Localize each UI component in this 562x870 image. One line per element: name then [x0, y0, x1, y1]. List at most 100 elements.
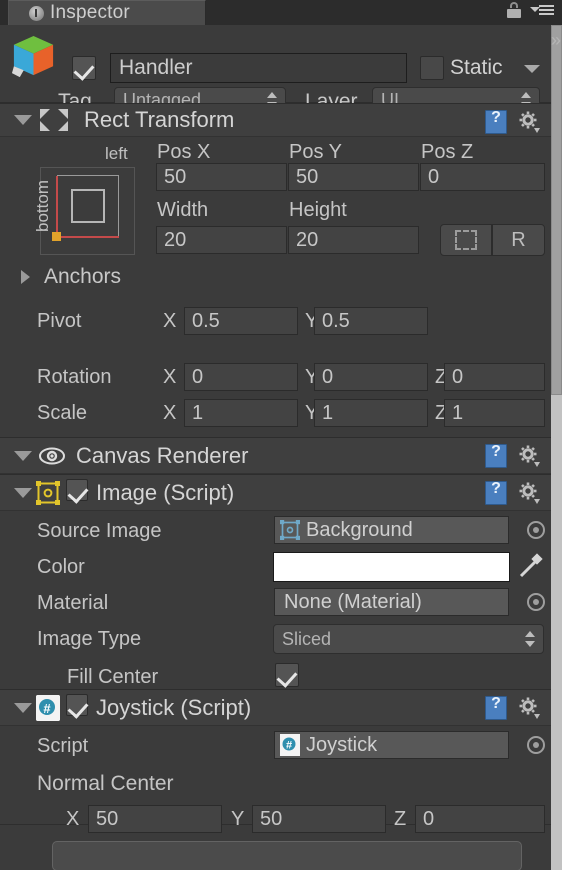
scale-label: Scale [37, 402, 88, 424]
pivot-x-axis-label: X [163, 310, 177, 332]
pivot-y-input[interactable]: 0.5 [314, 307, 428, 335]
gear-icon[interactable] [517, 110, 541, 134]
scale-x-axis-label: X [163, 402, 177, 424]
image-script-enabled-checkbox[interactable] [66, 478, 88, 507]
anchor-inner-rect [71, 189, 105, 223]
scale-x-input[interactable]: 1 [184, 399, 298, 427]
static-checkbox[interactable] [420, 56, 444, 80]
anchors-label: Anchors [44, 265, 122, 288]
vertical-scrollbar-track[interactable] [551, 25, 562, 870]
component-controls-rect-transform [485, 109, 541, 134]
chevron-right-icon[interactable]: » [551, 30, 561, 51]
component-title-rect-transform: Rect Transform [84, 107, 235, 132]
rotation-z-input[interactable]: 0 [444, 363, 545, 391]
source-image-field[interactable]: Background [274, 516, 509, 544]
lock-icon[interactable] [507, 2, 521, 18]
gear-icon[interactable] [517, 481, 541, 505]
height-label: Height [289, 199, 347, 221]
blueprint-mode-button[interactable] [440, 224, 492, 256]
anchor-preview[interactable]: left bottom [33, 144, 135, 255]
rect-transform-body: left bottom Pos X Pos Y Pos Z 50 50 0 Wi… [0, 137, 551, 305]
eye-icon [39, 447, 65, 464]
component-header-image-script[interactable]: Image (Script) [0, 474, 551, 511]
gear-icon[interactable] [517, 696, 541, 720]
color-swatch[interactable] [273, 552, 510, 582]
pivot-x-input[interactable]: 0.5 [184, 307, 298, 335]
component-header-joystick-script[interactable]: # Joystick (Script) [0, 689, 551, 726]
component-controls-joystick-script [485, 695, 541, 720]
pos-y-label: Pos Y [289, 141, 342, 163]
component-title-image-script: Image (Script) [96, 479, 235, 505]
hamburger-menu-icon[interactable] [530, 3, 554, 17]
vertical-scrollbar-thumb[interactable] [551, 25, 562, 395]
component-header-rect-transform[interactable]: Rect Transform [0, 103, 551, 137]
material-label: Material [37, 592, 109, 614]
component-title-joystick-script: Joystick (Script) [96, 694, 252, 720]
pivot-label: Pivot [37, 310, 82, 332]
material-value: None (Material) [284, 590, 422, 613]
rotation-x-input[interactable]: 0 [184, 363, 298, 391]
material-field[interactable]: None (Material) [274, 588, 509, 616]
joystick-script-body: Script # Joystick Normal Center X 50 Y 5… [0, 726, 551, 833]
pivot-row: Pivot X 0.5 Y 0.5 [0, 305, 551, 347]
gameobject-header: Handler Static Tag Untagged Layer UI [0, 25, 551, 113]
scale-row: Scale X 1 Y 1 Z 1 [0, 397, 551, 437]
scale-y-input[interactable]: 1 [314, 399, 428, 427]
anchor-line-vertical [56, 176, 58, 238]
help-book-icon[interactable] [485, 443, 507, 468]
chevron-updown-icon [525, 630, 535, 648]
object-picker-icon[interactable] [527, 593, 545, 611]
image-type-dropdown[interactable]: Sliced [273, 624, 544, 654]
static-label: Static [450, 56, 503, 79]
gear-icon[interactable] [517, 444, 541, 468]
eyedropper-icon[interactable] [518, 553, 544, 579]
anchor-vertical-label: bottom [32, 180, 52, 232]
foldout-canvas-renderer[interactable] [12, 450, 34, 461]
sprite-thumbnail-icon [280, 520, 300, 540]
gameobject-enabled-checkbox[interactable] [72, 56, 96, 80]
image-type-value: Sliced [282, 628, 332, 649]
csharp-script-icon: # [36, 694, 60, 721]
pos-z-input[interactable]: 0 [420, 163, 545, 191]
csharp-script-icon: # [280, 734, 300, 756]
fill-center-checkbox[interactable] [275, 663, 299, 687]
script-label: Script [37, 735, 89, 757]
help-book-icon[interactable] [485, 480, 507, 505]
pos-x-input[interactable]: 50 [156, 163, 287, 191]
joystick-script-enabled-checkbox[interactable] [66, 693, 88, 722]
static-chevron-down-icon[interactable] [524, 65, 540, 73]
rotation-label: Rotation [37, 366, 112, 388]
pos-z-label: Pos Z [421, 141, 474, 163]
foldout-joystick-script[interactable] [12, 702, 34, 713]
component-header-canvas-renderer[interactable]: Canvas Renderer [0, 437, 551, 474]
object-picker-icon[interactable] [527, 521, 545, 539]
gameobject-name-input[interactable]: Handler [110, 53, 407, 83]
height-input[interactable]: 20 [288, 226, 419, 254]
svg-text:#: # [43, 701, 51, 716]
fill-center-label: Fill Center [67, 666, 159, 688]
pos-x-label: Pos X [157, 141, 211, 163]
inspector-tab-bar: Inspector [0, 0, 562, 25]
width-label: Width [157, 199, 209, 221]
object-picker-icon[interactable] [527, 736, 545, 754]
source-image-value: Background [306, 518, 413, 541]
help-book-icon[interactable] [485, 695, 507, 720]
rotation-y-input[interactable]: 0 [314, 363, 428, 391]
pivot-handle[interactable] [52, 232, 61, 241]
help-book-icon[interactable] [485, 109, 507, 134]
component-controls-image-script [485, 480, 541, 505]
anchors-foldout[interactable]: Anchors [16, 265, 121, 289]
tab-inspector[interactable]: Inspector [8, 0, 206, 25]
tab-bar-controls [507, 2, 554, 18]
foldout-rect-transform[interactable] [12, 115, 34, 125]
foldout-image-script[interactable] [12, 487, 34, 498]
add-component-button[interactable] [52, 841, 522, 870]
width-input[interactable]: 20 [156, 226, 287, 254]
raw-edit-button[interactable]: R [492, 224, 545, 256]
scale-z-input[interactable]: 1 [444, 399, 545, 427]
tab-inspector-label: Inspector [50, 2, 130, 23]
component-controls-canvas-renderer [485, 443, 541, 468]
script-value: Joystick [306, 733, 378, 756]
script-field[interactable]: # Joystick [274, 731, 509, 759]
pos-y-input[interactable]: 50 [288, 163, 419, 191]
